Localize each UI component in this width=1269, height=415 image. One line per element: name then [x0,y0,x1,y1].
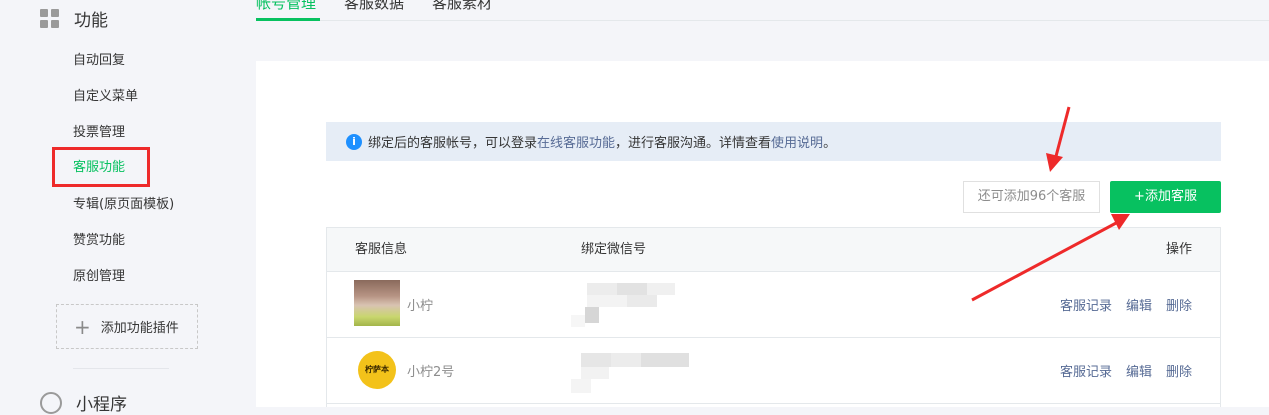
blurred-wechat-id [571,345,701,395]
usage-guide-link[interactable]: 使用说明 [771,132,823,151]
add-plugin-label: 添加功能插件 [100,321,179,336]
sidebar-section-functions: 功能 [40,6,108,31]
delete-link[interactable]: 删除 [1166,295,1192,314]
sidebar-next-section-title: 小程序 [76,395,127,415]
online-service-link[interactable]: 在线客服功能 [537,132,615,151]
sidebar-item-custom-menu[interactable]: 自定义菜单 [73,87,138,107]
header-service-info: 客服信息 [355,242,408,257]
delete-link[interactable]: 删除 [1166,361,1192,380]
service-name: 小柠2号 [407,365,455,380]
sidebar-item-vote[interactable]: 投票管理 [73,123,125,143]
add-plugin-button[interactable]: + 添加功能插件 [56,304,198,349]
tab-bar: 帐号管理 客服数据 客服素材 [256,0,1269,21]
miniprogram-icon [40,391,62,414]
avatar [354,280,400,326]
sidebar-item-auto-reply[interactable]: 自动回复 [73,51,125,71]
notice-text-before: 绑定后的客服帐号，可以登录 [368,136,538,151]
notice-text-middle: ，进行客服沟通。详情查看 [615,136,772,151]
table-row: 柠萨本 小柠2号 客服记录 编辑 删除 [327,337,1220,404]
table-row: 小柠 客服记录 编辑 删除 [327,271,1220,338]
edit-link[interactable]: 编辑 [1126,295,1152,314]
highlight-box [52,147,150,187]
sidebar-item-reward[interactable]: 赞赏功能 [73,231,125,251]
plus-icon: + [74,314,91,339]
sidebar-section-miniprogram: 小程序 [40,390,127,415]
row-operations: 客服记录 编辑 删除 [1060,295,1192,314]
notice-text-after: 。 [823,136,837,151]
blurred-wechat-id [571,281,681,329]
sidebar: 功能 自动回复 自定义菜单 投票管理 客服功能 专辑(原页面模板) 赞赏功能 原… [0,0,232,415]
sidebar-item-album[interactable]: 专辑(原页面模板) [73,195,174,215]
service-accounts-table: 客服信息 绑定微信号 操作 小柠 客服记录 编辑 删除 柠萨本 小柠2号 客服记… [326,227,1221,407]
active-tab-indicator [256,18,320,21]
header-operations: 操作 [1165,242,1192,257]
info-icon: i [346,133,362,150]
info-notice: i 绑定后的客服帐号，可以登录 在线客服功能 ，进行客服沟通。详情查看 使用说明… [326,122,1221,161]
sidebar-section-title: 功能 [74,11,108,31]
table-header: 客服信息 绑定微信号 操作 [327,228,1220,272]
row-operations: 客服记录 编辑 删除 [1060,361,1192,380]
sidebar-divider [73,368,169,369]
tab-service-materials[interactable]: 客服素材 [432,0,492,16]
service-name: 小柠 [407,299,434,314]
tab-account-management[interactable]: 帐号管理 [256,0,316,16]
grid-icon [40,8,60,29]
add-service-button[interactable]: +添加客服 [1110,181,1221,213]
tab-service-data[interactable]: 客服数据 [344,0,404,16]
quota-remaining: 还可添加96个客服 [963,181,1100,213]
sidebar-item-original[interactable]: 原创管理 [73,267,125,287]
avatar: 柠萨本 [358,351,396,389]
header-wechat-id: 绑定微信号 [581,242,647,257]
service-record-link[interactable]: 客服记录 [1060,361,1112,380]
service-record-link[interactable]: 客服记录 [1060,295,1112,314]
edit-link[interactable]: 编辑 [1126,361,1152,380]
